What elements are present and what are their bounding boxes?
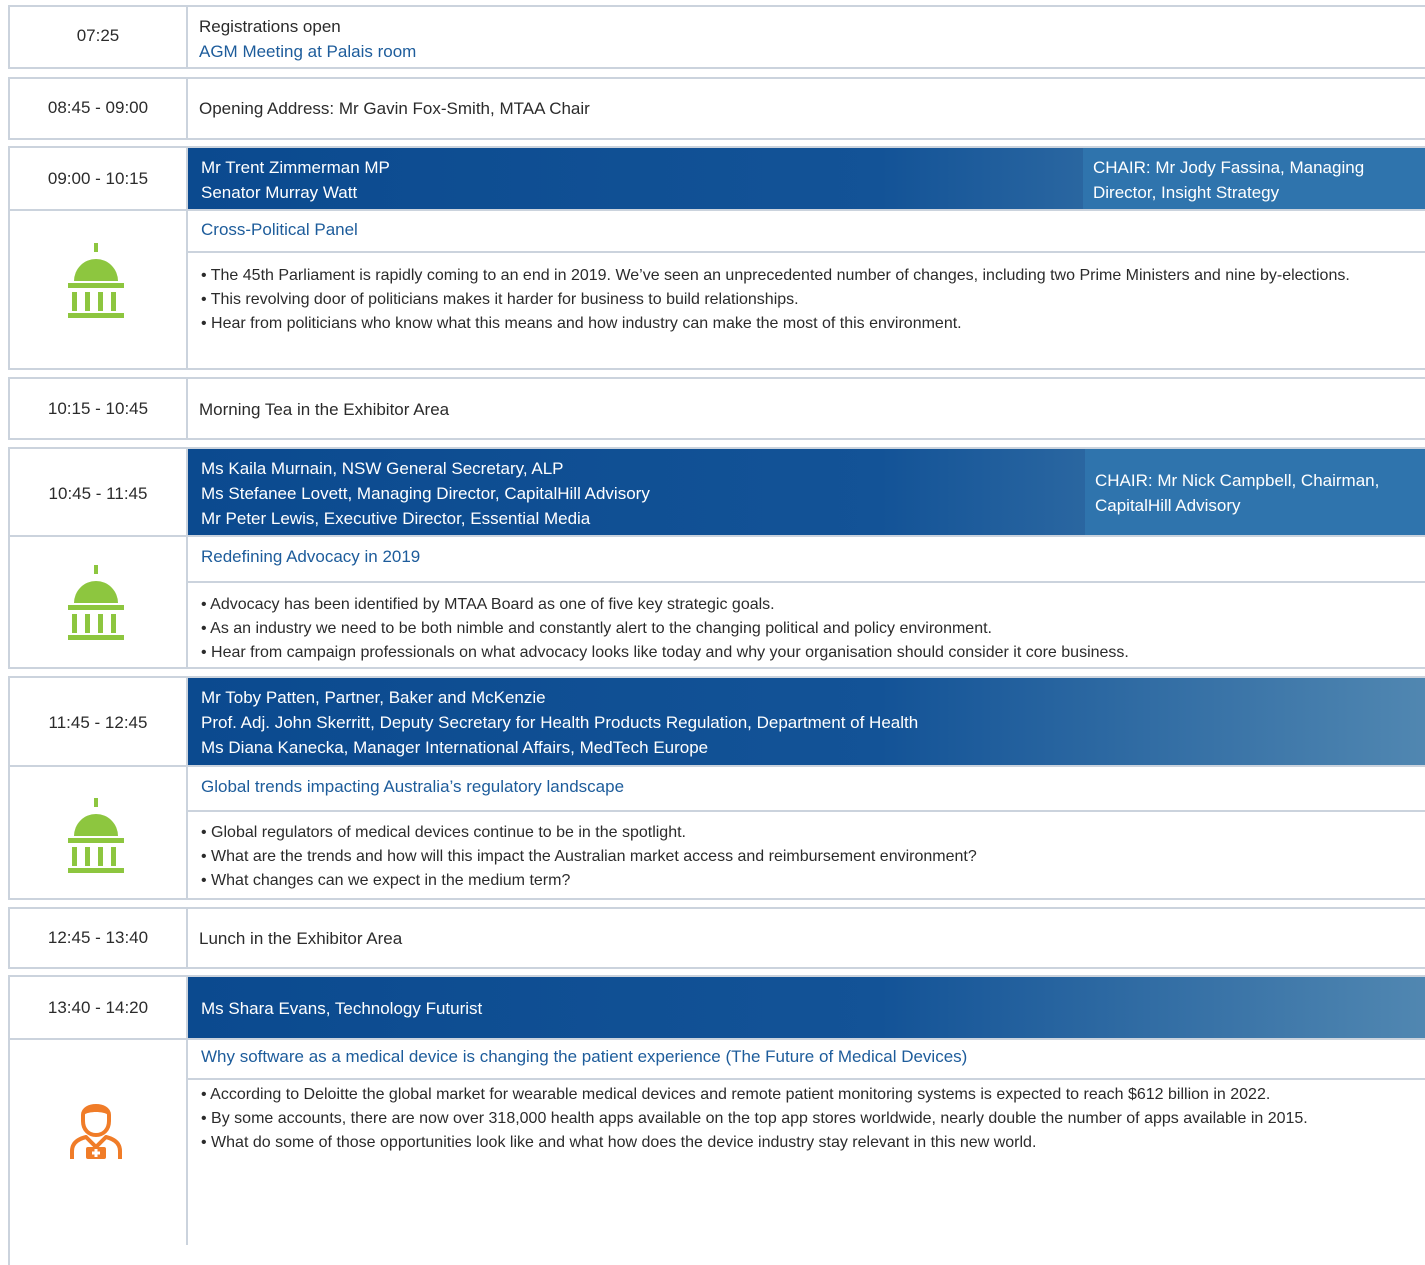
speaker-name: Mr Toby Patten, Partner, Baker and McKen… xyxy=(201,688,546,707)
session-title[interactable]: Redefining Advocacy in 2019 xyxy=(201,544,420,569)
bullet-item: • Global regulators of medical devices c… xyxy=(201,824,686,841)
bullet-item: • What are the trends and how will this … xyxy=(201,848,977,865)
registration-text: Registrations open xyxy=(199,17,341,36)
bullet-item: • This revolving door of politicians mak… xyxy=(201,291,799,308)
speaker-name: Prof. Adj. John Skerritt, Deputy Secreta… xyxy=(201,713,919,732)
chair-text: CapitalHill Advisory xyxy=(1095,496,1241,515)
lunch-text: Lunch in the Exhibitor Area xyxy=(199,929,403,948)
parliament-icon xyxy=(68,243,124,318)
bullet-item: • Hear from politicians who know what th… xyxy=(201,315,962,332)
time-cell: 10:45 - 11:45 xyxy=(48,484,148,503)
time-cell: 09:00 - 10:15 xyxy=(47,169,149,188)
speaker-name: Mr Trent Zimmerman MP xyxy=(201,158,390,177)
bullet-list: • Advocacy has been identified by MTAA B… xyxy=(201,593,1421,665)
chair-text: CHAIR: Mr Nick Campbell, Chairman, xyxy=(1095,471,1380,490)
bullet-item: • By some accounts, there are now over 3… xyxy=(201,1110,1308,1127)
opening-text: Opening Address: Mr Gavin Fox-Smith, MTA… xyxy=(199,99,590,118)
speaker-name: Ms Kaila Murnain, NSW General Secretary,… xyxy=(201,459,564,478)
bullet-item: • What do some of those opportunities lo… xyxy=(201,1134,1037,1151)
speaker-name: Ms Diana Kanecka, Manager International … xyxy=(201,738,709,757)
parliament-icon xyxy=(68,565,124,640)
time-cell: 10:15 - 10:45 xyxy=(47,399,149,418)
session-title[interactable]: Cross-Political Panel xyxy=(201,217,358,242)
bullet-list: • The 45th Parliament is rapidly coming … xyxy=(201,264,1421,336)
doctor-icon xyxy=(70,1104,122,1159)
session-title[interactable]: Global trends impacting Australia’s regu… xyxy=(201,774,624,799)
bullet-list: • According to Deloitte the global marke… xyxy=(201,1083,1411,1155)
bullet-item: • As an industry we need to be both nimb… xyxy=(201,620,992,637)
parliament-icon xyxy=(68,798,124,873)
speaker-name: Senator Murray Watt xyxy=(201,183,358,202)
bullet-item: • What changes can we expect in the medi… xyxy=(201,872,571,889)
time-cell: 13:40 - 14:20 xyxy=(47,998,149,1017)
agm-link[interactable]: AGM Meeting at Palais room xyxy=(199,39,416,64)
time-cell: 11:45 - 12:45 xyxy=(48,713,148,732)
chair-text: Director, Insight Strategy xyxy=(1093,183,1280,202)
time-cell: 08:45 - 09:00 xyxy=(47,98,149,117)
chair-text: CHAIR: Mr Jody Fassina, Managing xyxy=(1093,158,1365,177)
speaker-name: Ms Shara Evans, Technology Futurist xyxy=(201,999,483,1018)
speaker-name: Mr Peter Lewis, Executive Director, Esse… xyxy=(201,509,591,528)
session-title[interactable]: Why software as a medical device is chan… xyxy=(201,1044,967,1069)
bullet-item: • According to Deloitte the global marke… xyxy=(201,1086,1271,1103)
morning-tea-text: Morning Tea in the Exhibitor Area xyxy=(199,400,450,419)
time-cell: 12:45 - 13:40 xyxy=(47,928,149,947)
bullet-item: • Hear from campaign professionals on wh… xyxy=(201,644,1129,661)
bullet-item: • Advocacy has been identified by MTAA B… xyxy=(201,596,775,613)
speaker-name: Ms Stefanee Lovett, Managing Director, C… xyxy=(201,484,650,503)
time-cell: 07:25 xyxy=(76,26,120,45)
bullet-item: • The 45th Parliament is rapidly coming … xyxy=(201,267,1350,284)
bullet-list: • Global regulators of medical devices c… xyxy=(201,821,1421,893)
